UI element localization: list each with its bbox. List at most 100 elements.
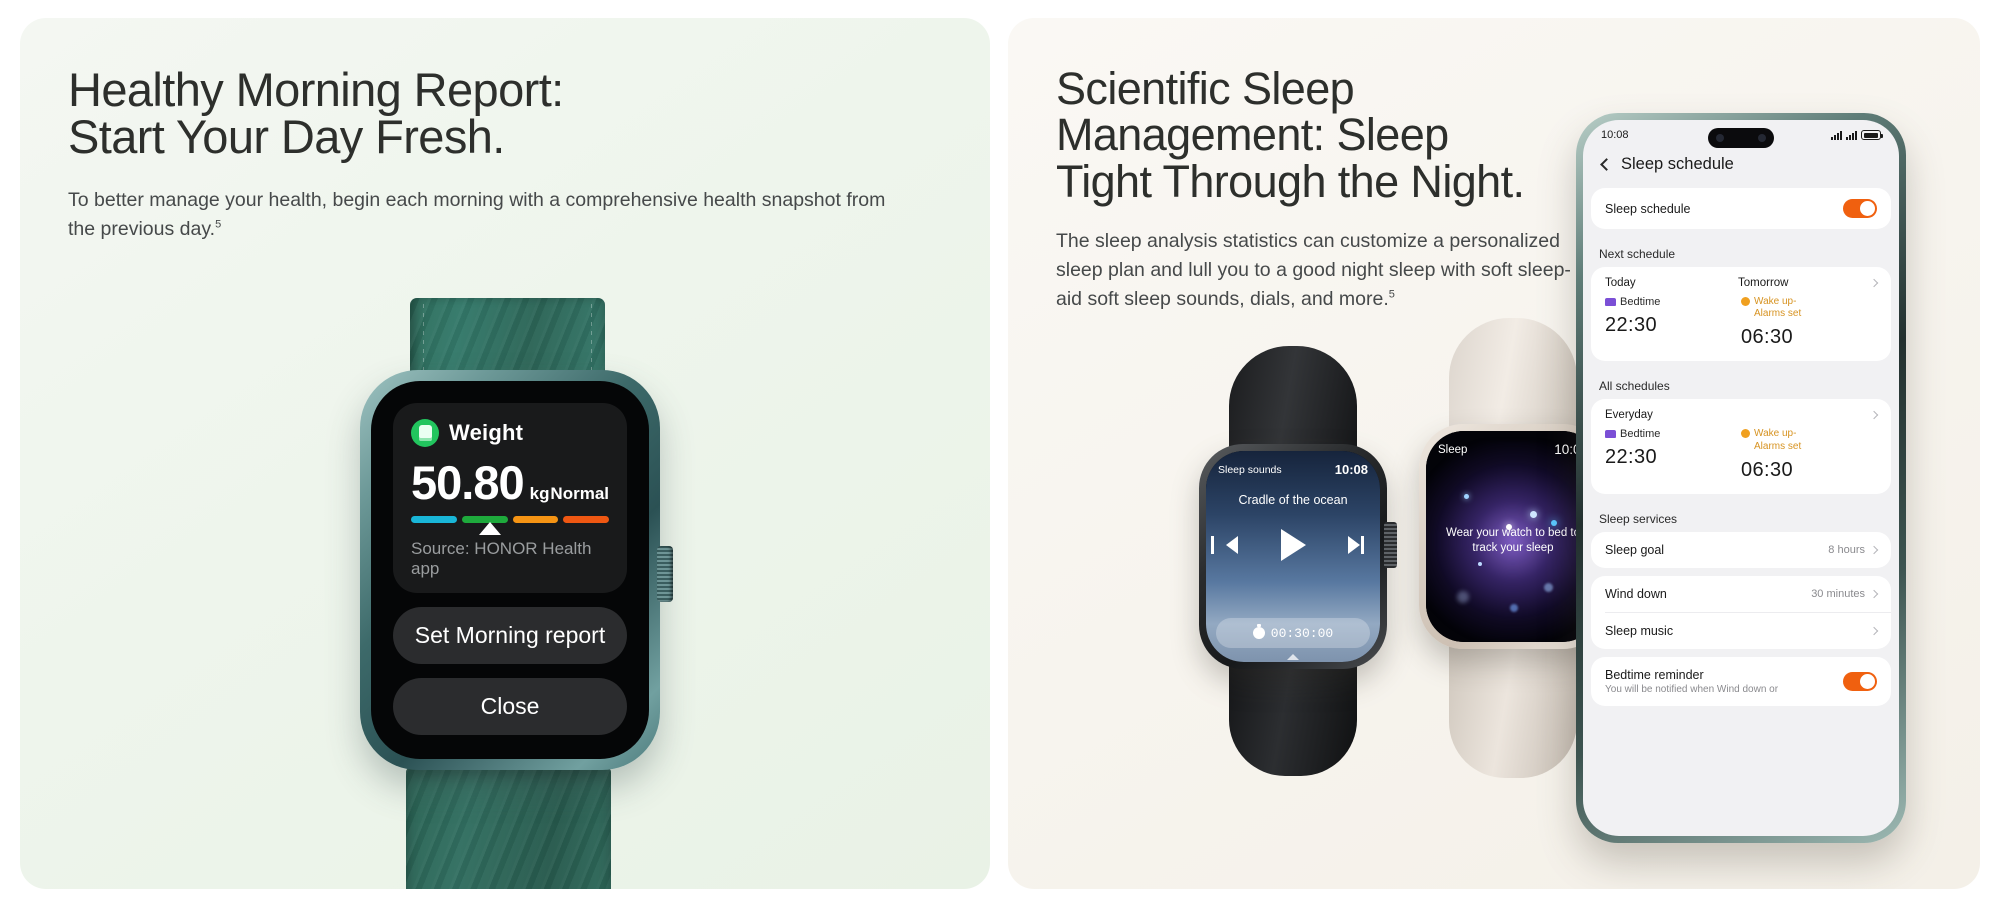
play-icon[interactable] xyxy=(1280,529,1306,561)
next-schedule-today-col: Today xyxy=(1605,277,1738,289)
next-track-icon[interactable] xyxy=(1348,536,1364,554)
row-label: Wind down xyxy=(1605,586,1667,601)
sleep-app-label: Sleep xyxy=(1438,443,1468,456)
range-segment-underweight xyxy=(411,516,457,523)
bedtime-label: Bedtime xyxy=(1620,296,1661,308)
weight-card-title: Weight xyxy=(449,420,524,445)
weight-source: Source: HONOR Health app xyxy=(411,539,592,578)
chevron-right-icon[interactable] xyxy=(1869,411,1879,420)
chevron-up-icon[interactable] xyxy=(1287,654,1299,660)
cream-watch-screen: Sleep 10:08 Wear your watch to bed to tr… xyxy=(1426,431,1600,642)
chevron-right-icon[interactable] xyxy=(1869,545,1879,554)
row-right: 30 minutes xyxy=(1811,587,1879,600)
next-schedule-tomorrow-col: Tomorrow xyxy=(1738,277,1871,289)
row-value: 30 minutes xyxy=(1811,587,1865,600)
row-bedtime-reminder[interactable]: Bedtime reminder You will be notified wh… xyxy=(1591,657,1891,706)
left-footnote: 5 xyxy=(215,218,222,231)
right-copy-block: Scientific Sleep Management: Sleep Tight… xyxy=(1056,63,1596,314)
left-headline: Healthy Morning Report: Start Your Day F… xyxy=(68,63,564,163)
back-chevron-icon[interactable] xyxy=(1600,158,1613,171)
row-sleep-schedule[interactable]: Sleep schedule xyxy=(1591,188,1891,229)
sleep-services-section-title: Sleep services xyxy=(1599,511,1678,526)
wakeup-label: Wake up- Alarms set xyxy=(1754,428,1802,452)
black-watch-screen: Sleep sounds 10:08 Cradle of the ocean 0… xyxy=(1206,451,1380,662)
watch-strap-bottom xyxy=(406,768,611,889)
bedtime-reminder-group: Bedtime reminder You will be notified wh… xyxy=(1591,656,1891,706)
phone-status-indicators xyxy=(1831,130,1883,140)
alarm-icon xyxy=(1741,297,1750,306)
bedtime-time: 22:30 xyxy=(1605,314,1658,336)
weight-range-bar xyxy=(411,516,609,535)
sleep-app-statusbar: Sleep 10:08 xyxy=(1438,442,1588,457)
left-subcopy: To better manage your health, begin each… xyxy=(68,186,898,244)
next-schedule-wakeup: Wake up- Alarms set 06:30 xyxy=(1741,289,1877,349)
bedtime-reminder-toggle[interactable] xyxy=(1843,671,1877,691)
everyday-schedule-card[interactable]: Everyday Bedtime 22:30 Wake up- Alarms s… xyxy=(1591,399,1891,493)
scale-icon xyxy=(411,419,439,447)
chevron-right-icon[interactable] xyxy=(1869,626,1879,635)
watch-crown-icon[interactable] xyxy=(657,546,673,602)
wakeup-kind: Wake up- Alarms set xyxy=(1741,428,1877,452)
sleep-sounds-app-label: Sleep sounds xyxy=(1218,463,1282,476)
bedtime-kind: Bedtime xyxy=(1605,428,1741,440)
next-schedule-bedtime: Bedtime 22:30 xyxy=(1605,289,1741,349)
row-value: 8 hours xyxy=(1828,543,1865,556)
left-copy-block: Healthy Morning Report: Start Your Day F… xyxy=(68,66,898,244)
weight-card-header: Weight xyxy=(411,419,609,447)
wakeup-time: 06:30 xyxy=(1741,458,1794,481)
chevron-right-icon[interactable] xyxy=(1869,589,1879,598)
previous-track-icon[interactable] xyxy=(1211,536,1238,554)
close-button[interactable]: Close xyxy=(393,678,627,735)
phone-statusbar: 10:08 xyxy=(1583,120,1899,148)
bed-icon xyxy=(1605,430,1616,439)
right-footnote: 5 xyxy=(1388,288,1395,301)
next-schedule-left-day: Today xyxy=(1605,277,1636,289)
signal-icon xyxy=(1831,130,1842,140)
cream-watch-strap-bottom xyxy=(1449,628,1577,778)
next-schedule-section-title: Next schedule xyxy=(1599,247,1676,261)
right-subcopy-text: The sleep analysis statistics can custom… xyxy=(1056,230,1571,310)
everyday-header: Everyday xyxy=(1605,409,1879,422)
weight-value-row: 50.80 kg Normal xyxy=(411,459,609,506)
everyday-day-label: Everyday xyxy=(1605,409,1653,422)
sleep-sounds-timer[interactable]: 00:30:00 xyxy=(1216,618,1370,648)
star-dot xyxy=(1509,604,1518,613)
range-marker-icon xyxy=(479,522,502,535)
row-label: Sleep goal xyxy=(1605,542,1665,557)
set-morning-report-button[interactable]: Set Morning report xyxy=(393,607,627,664)
sleep-app-message: Wear your watch to bed to track your sle… xyxy=(1445,526,1580,554)
wind-down-group: Wind down 30 minutes Sleep music xyxy=(1591,575,1891,649)
page-root: Healthy Morning Report: Start Your Day F… xyxy=(0,0,2002,907)
watch-case: Weight 50.80 kg Normal Source: HONOR Hea… xyxy=(360,370,673,770)
right-headline: Scientific Sleep Management: Sleep Tight… xyxy=(1056,63,1525,207)
black-watch-case: Sleep sounds 10:08 Cradle of the ocean 0… xyxy=(1199,444,1397,669)
bed-icon xyxy=(1605,298,1616,306)
left-subcopy-text: To better manage your health, begin each… xyxy=(68,189,886,240)
sleep-sounds-statusbar: Sleep sounds 10:08 xyxy=(1218,462,1368,477)
row-wind-down[interactable]: Wind down 30 minutes xyxy=(1591,576,1891,612)
row-sleep-music[interactable]: Sleep music xyxy=(1591,613,1891,649)
weight-card: Weight 50.80 kg Normal Source: HONOR Hea… xyxy=(393,403,627,593)
next-schedule-group[interactable]: Today Tomorrow Bedtime 22:30 Wake up- Al… xyxy=(1591,267,1891,362)
square-watch-image: Weight 50.80 kg Normal Source: HONOR Hea… xyxy=(310,298,700,889)
panel-scientific-sleep-management: Scientific Sleep Management: Sleep Tight… xyxy=(1008,18,1980,889)
row-label: Sleep music xyxy=(1605,623,1674,638)
weight-status-badge: Normal xyxy=(550,484,609,503)
sleep-schedule-toggle[interactable] xyxy=(1843,199,1877,218)
sleep-sounds-controls xyxy=(1211,529,1368,561)
all-schedules-group[interactable]: Everyday Bedtime 22:30 Wake up- Alarms s… xyxy=(1591,399,1891,494)
chevron-right-icon[interactable] xyxy=(1869,278,1879,288)
sleep-schedule-toggle-group: Sleep schedule xyxy=(1591,188,1891,229)
range-segment-overweight xyxy=(512,516,559,523)
next-schedule-card[interactable]: Today Tomorrow Bedtime 22:30 Wake up- Al… xyxy=(1591,267,1891,361)
phone-content: Sleep schedule Next schedule Today Tomor… xyxy=(1583,188,1899,706)
phone-screen: 10:08 Sleep schedule Sleep schedule Next… xyxy=(1583,120,1899,836)
wakeup-label: Wake up- Alarms set xyxy=(1754,296,1802,320)
sleep-sounds-timer-value: 00:30:00 xyxy=(1270,625,1334,641)
phone-status-time: 10:08 xyxy=(1601,129,1629,141)
everyday-times: Bedtime 22:30 Wake up- Alarms set 06:30 xyxy=(1605,421,1877,481)
row-sleep-goal[interactable]: Sleep goal 8 hours xyxy=(1591,532,1891,568)
everyday-bedtime: Bedtime 22:30 xyxy=(1605,421,1741,481)
sleep-sounds-time: 10:08 xyxy=(1334,462,1368,477)
row-right: 8 hours xyxy=(1828,543,1879,556)
